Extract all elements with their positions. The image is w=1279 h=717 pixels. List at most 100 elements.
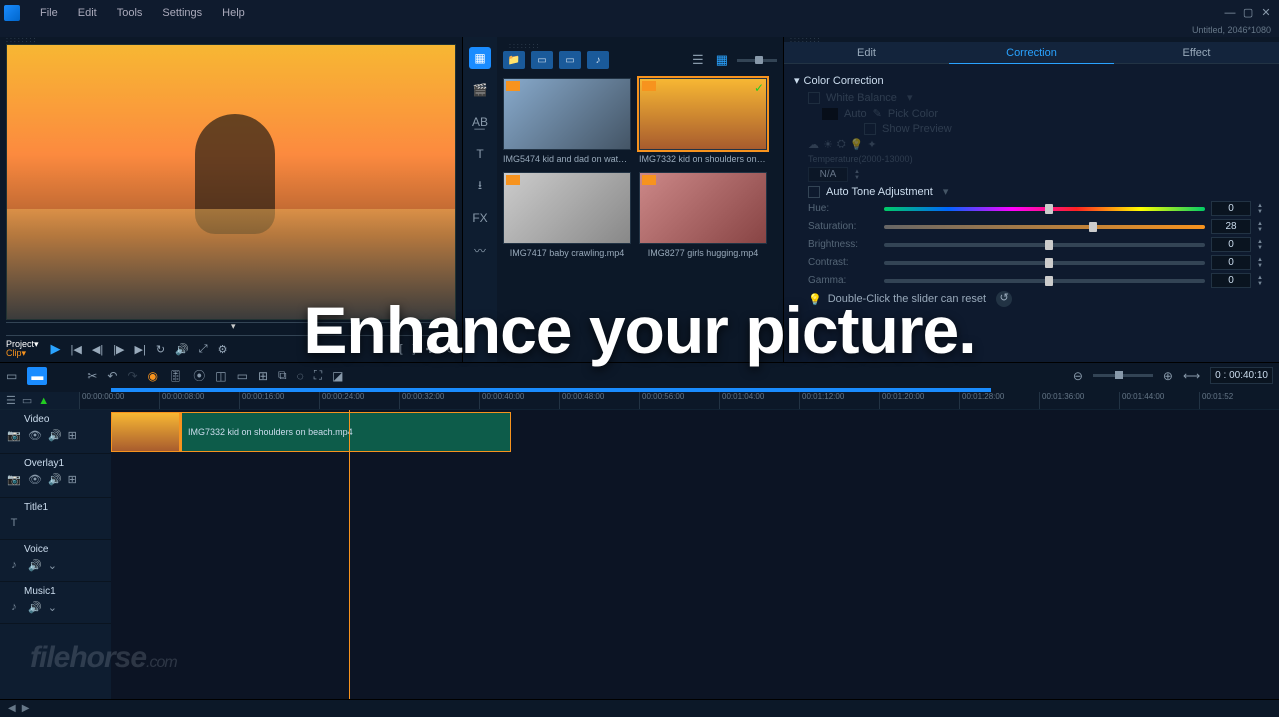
spinner-icon[interactable]: ▲▼ — [1257, 221, 1269, 233]
color-swatch[interactable] — [822, 108, 838, 120]
scroll-left-icon[interactable]: ◀ — [8, 703, 16, 714]
spinner-icon[interactable]: ▲▼ — [1257, 257, 1269, 269]
slider-value[interactable]: 0 — [1211, 273, 1251, 288]
library-thumb[interactable]: ✓IMG7332 kid on shoulders on beach.mp4 — [639, 78, 767, 164]
preview-video[interactable] — [6, 44, 456, 320]
auto-wb-button[interactable]: Auto — [844, 108, 867, 120]
opt-tab-effect[interactable]: Effect — [1114, 42, 1279, 64]
minimize-button[interactable]: — — [1221, 7, 1239, 19]
slider-track[interactable] — [884, 243, 1205, 247]
preset-icon[interactable]: 💡 — [850, 138, 864, 151]
auto-tone-checkbox[interactable] — [808, 186, 820, 198]
audio-tools-icon[interactable]: 🎚 — [168, 369, 183, 383]
chapter-icon[interactable]: ◫ — [215, 369, 226, 383]
video-clip[interactable]: IMG7332 kid on shoulders on beach.mp4 — [111, 412, 511, 452]
fullscreen-button[interactable]: ⤢ — [197, 343, 210, 356]
prev-frame-button[interactable]: ◀| — [90, 343, 105, 356]
reset-all-button[interactable]: ↺ — [996, 291, 1012, 307]
grid-view-icon[interactable]: ▦ — [713, 52, 731, 68]
slider-track[interactable] — [884, 225, 1205, 229]
mode-clip[interactable]: Clip▾ — [6, 349, 39, 358]
slider-track[interactable] — [884, 261, 1205, 265]
paths-tab-icon[interactable]: 〰 — [469, 239, 491, 261]
zoom-in-icon[interactable]: ⊕ — [1163, 369, 1173, 383]
preset-icon[interactable]: ☁ — [808, 138, 819, 151]
preview-scrubber[interactable]: ▾ — [6, 322, 456, 336]
fx-tab-icon[interactable]: FX — [469, 207, 491, 229]
undo-button[interactable]: ↶ — [107, 369, 117, 383]
track-add-icon[interactable]: ▭ — [22, 394, 32, 407]
pick-color-button[interactable]: Pick Color — [888, 108, 938, 120]
record-icon[interactable]: ⦿ — [193, 367, 205, 384]
timecode-display[interactable]: 0 : 00:40:10 — [1210, 367, 1273, 384]
menu-tools[interactable]: Tools — [107, 7, 153, 19]
3d-icon[interactable]: ◪ — [332, 369, 343, 383]
track-header[interactable]: Title1T — [0, 498, 111, 540]
slider-knob[interactable] — [1089, 222, 1097, 232]
mute-icon[interactable]: 🔊 — [28, 559, 42, 572]
settings-icon[interactable]: ⚙ — [216, 343, 230, 356]
close-button[interactable]: ✕ — [1257, 6, 1275, 19]
show-preview-checkbox[interactable] — [864, 123, 876, 135]
track-header[interactable]: Voice♪🔊⌄ — [0, 540, 111, 582]
zoom-out-icon[interactable]: ⊖ — [1073, 369, 1083, 383]
go-start-button[interactable]: |◀ — [69, 343, 84, 356]
timeline-view-icon[interactable]: ▬ — [27, 367, 47, 385]
mute-icon[interactable]: 🔊 — [48, 473, 62, 486]
motion-icon[interactable]: ◌ — [297, 369, 304, 383]
subtitle-icon[interactable]: ▭ — [237, 369, 248, 383]
multi-icon[interactable]: ⊞ — [258, 369, 268, 383]
library-thumb[interactable]: IMG7417 baby crawling.mp4 — [503, 172, 631, 258]
mark-in-button[interactable]: [ — [397, 343, 404, 355]
playhead[interactable] — [349, 410, 350, 699]
preset-icon[interactable]: ☀ — [823, 138, 833, 151]
slider-value[interactable]: 28 — [1211, 219, 1251, 234]
slider-knob[interactable] — [1045, 258, 1053, 268]
library-thumb[interactable]: IMG5474 kid and dad on water lside.mp4 — [503, 78, 631, 164]
expand-icon[interactable]: ⌄ — [48, 601, 57, 614]
tools-icon[interactable]: ✂ — [87, 369, 97, 383]
storyboard-view-icon[interactable]: ▭ — [6, 369, 17, 383]
menu-file[interactable]: File — [30, 7, 68, 19]
scrub-handle-icon[interactable]: ▾ — [231, 321, 236, 332]
opt-tab-edit[interactable]: Edit — [784, 42, 949, 64]
temp-value[interactable]: N/A — [808, 167, 848, 182]
preset-icon[interactable]: ✦ — [867, 138, 876, 151]
grip-icon[interactable]: :::::::: — [0, 37, 462, 42]
transitions-tab-icon[interactable]: 🎬 — [469, 79, 491, 101]
maximize-button[interactable]: ▢ — [1239, 6, 1257, 19]
menu-edit[interactable]: Edit — [68, 7, 107, 19]
slider-track[interactable] — [884, 279, 1205, 283]
redo-button[interactable]: ↷ — [127, 369, 137, 383]
preset-icon[interactable]: ⛭ — [837, 138, 846, 151]
menu-settings[interactable]: Settings — [152, 7, 212, 19]
reset-button[interactable]: ⟲ — [443, 343, 456, 356]
track-header[interactable]: Overlay1📷👁🔊⊞ — [0, 454, 111, 498]
media-tab-icon[interactable]: ▦ — [469, 47, 491, 69]
color-icon[interactable]: ◉ — [148, 369, 158, 383]
track-icon[interactable]: ⧉ — [278, 368, 287, 383]
fit-icon[interactable]: ⟷ — [1183, 369, 1200, 383]
library-thumb[interactable]: IMG8277 girls hugging.mp4 — [639, 172, 767, 258]
slider-track[interactable] — [884, 207, 1205, 211]
spinner-icon[interactable]: ▲▼ — [1257, 203, 1269, 215]
pan-icon[interactable]: ⛶ — [314, 368, 322, 383]
filter-photo-button[interactable]: ▭ — [559, 51, 581, 69]
loop-button[interactable]: ↻ — [154, 343, 167, 356]
play-button[interactable]: ▶ — [49, 341, 63, 357]
go-end-button[interactable]: ▶| — [133, 343, 148, 356]
track-up-icon[interactable]: ▲ — [38, 395, 49, 407]
slider-knob[interactable] — [1045, 204, 1053, 214]
slider-knob[interactable] — [1045, 240, 1053, 250]
expand-icon[interactable]: ⌄ — [48, 559, 57, 572]
slider-knob[interactable] — [1045, 276, 1053, 286]
menu-help[interactable]: Help — [212, 7, 255, 19]
volume-button[interactable]: 🔊 — [173, 343, 191, 356]
next-frame-button[interactable]: |▶ — [111, 343, 126, 356]
opt-tab-correction[interactable]: Correction — [949, 42, 1114, 64]
mute-icon[interactable]: 🔊 — [28, 601, 42, 614]
filter-audio-button[interactable]: ♪ — [587, 51, 609, 69]
wb-checkbox[interactable] — [808, 92, 820, 104]
preview-mode-labels[interactable]: Project▾ Clip▾ — [6, 340, 39, 358]
add-marker-button[interactable]: ✚ — [424, 343, 437, 356]
